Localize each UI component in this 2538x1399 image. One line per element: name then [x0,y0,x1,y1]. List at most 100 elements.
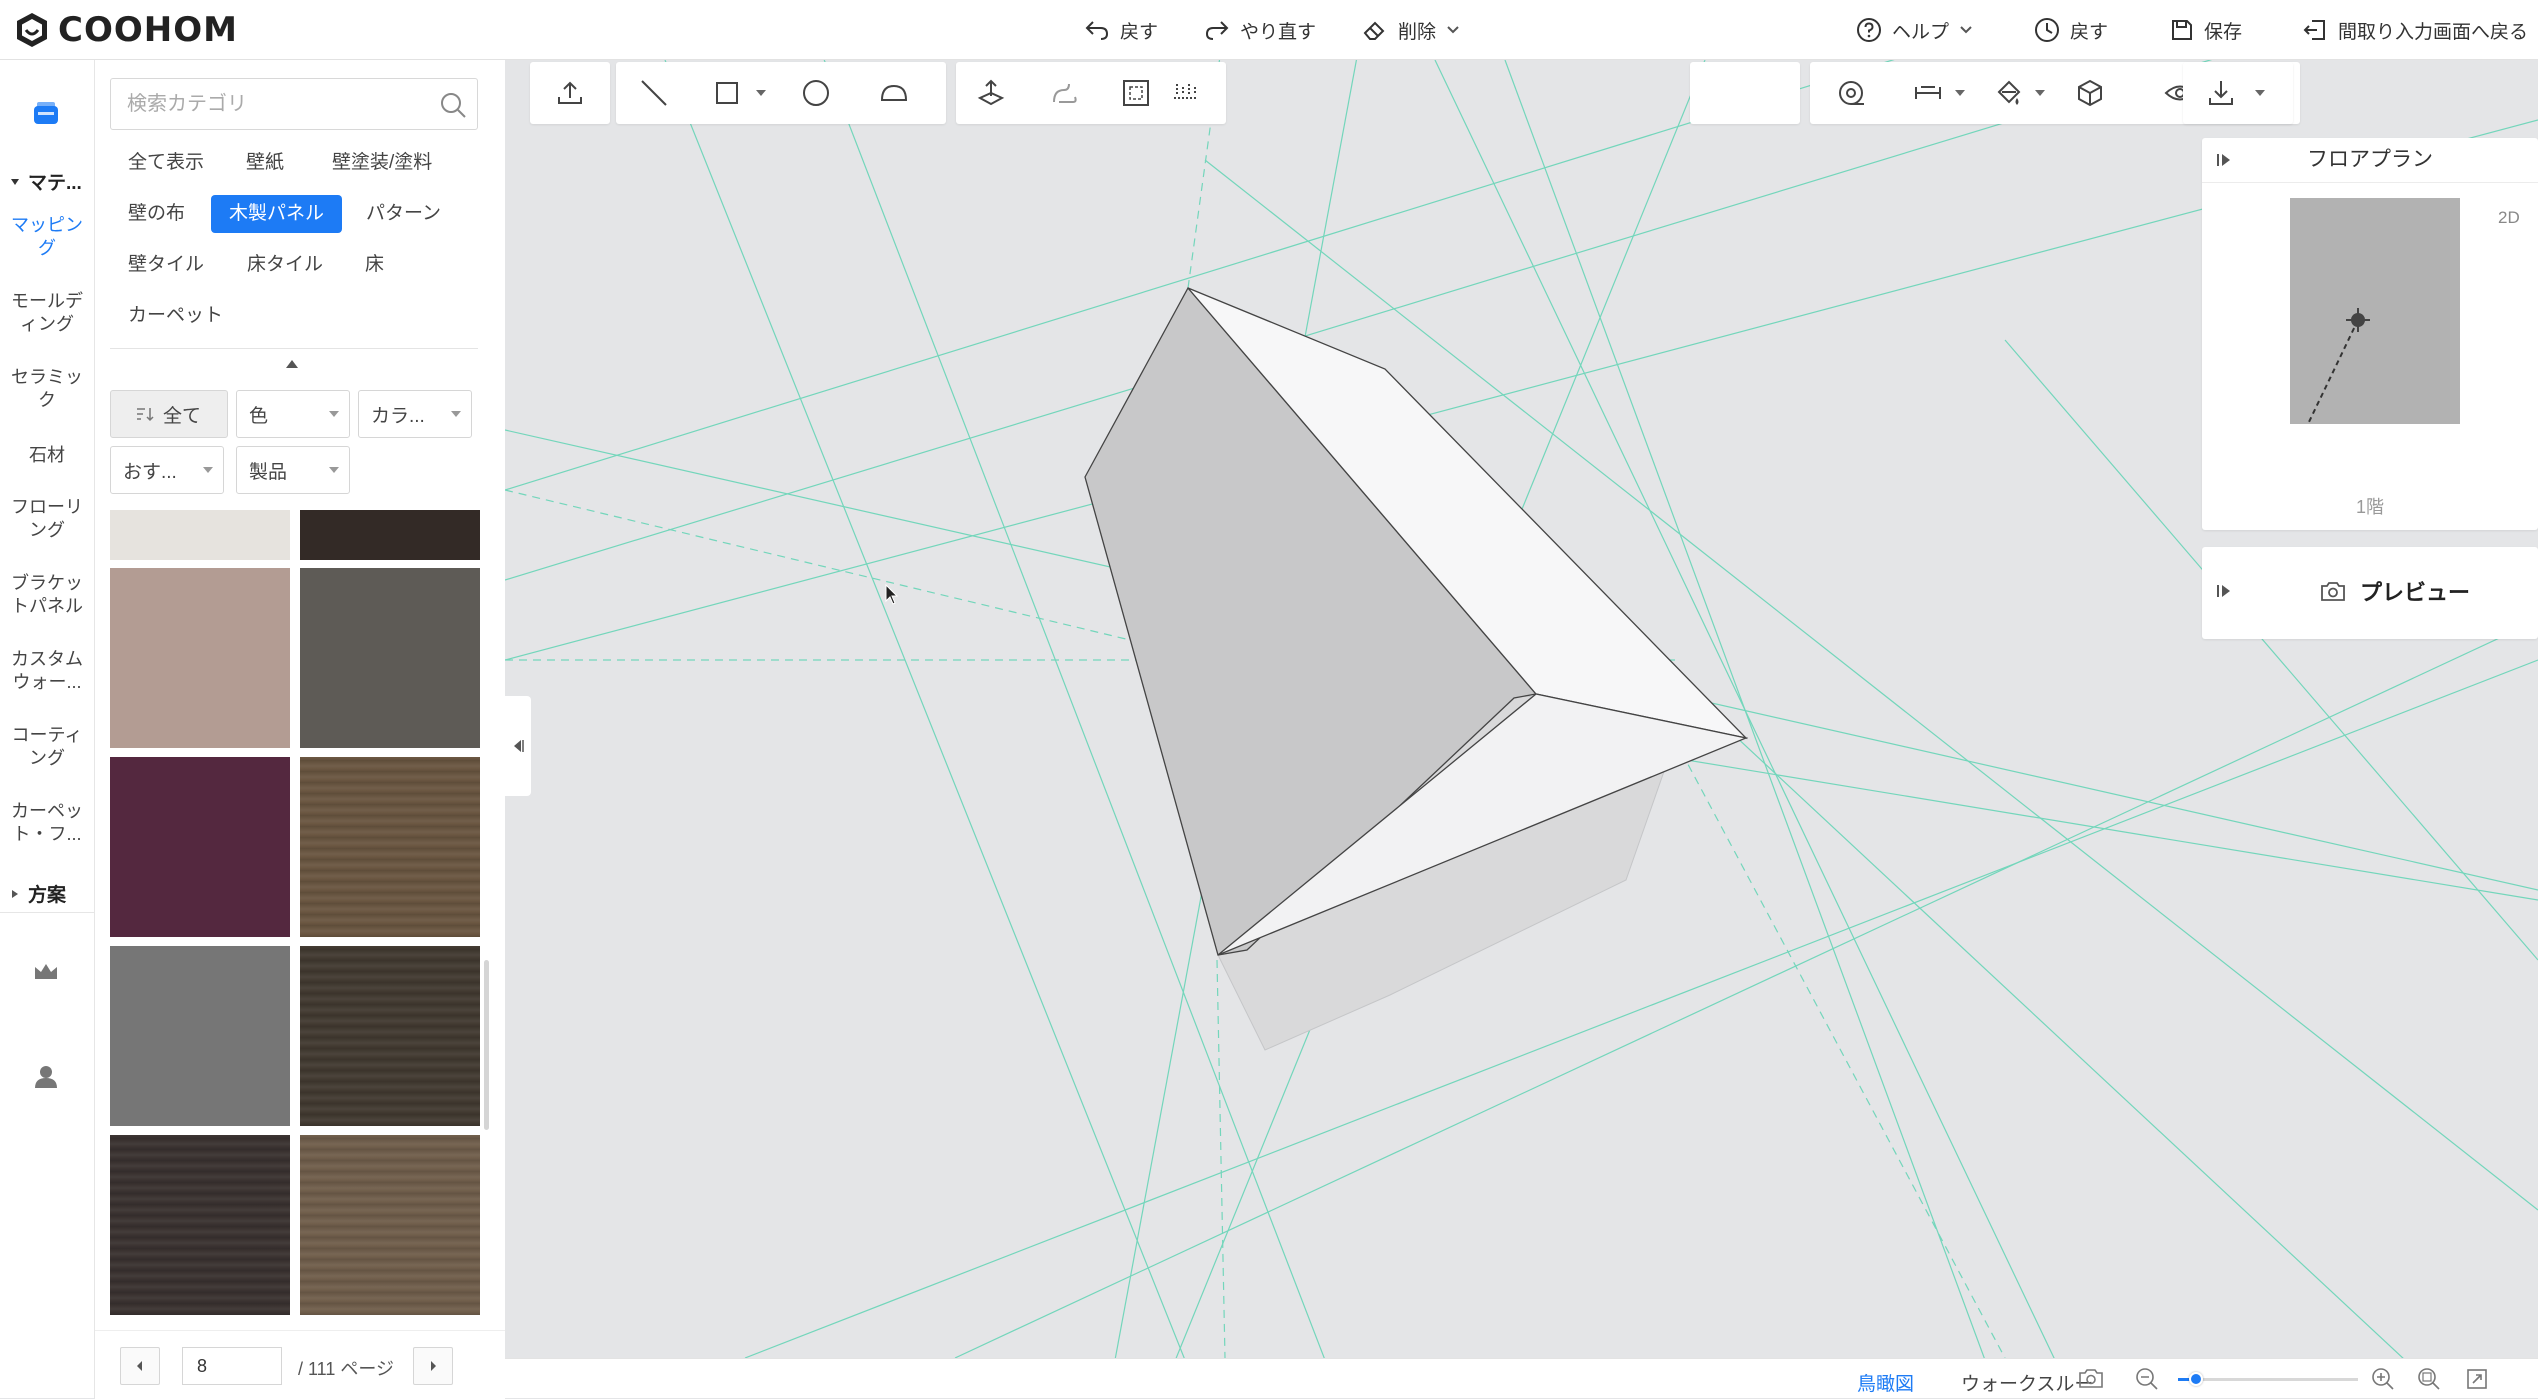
rail-item-bracket-panel[interactable]: ブラケットパネル [4,572,90,618]
tape-measure-tool[interactable] [1833,75,1869,111]
chevron-down-icon[interactable] [756,90,766,96]
floorplan-map[interactable] [2290,198,2460,425]
category-wall-fabric[interactable]: 壁の布 [110,195,203,233]
category-wall-paint[interactable]: 壁塗装/塗料 [314,144,450,182]
chevron-down-icon[interactable] [2255,90,2265,96]
user-icon[interactable] [32,1062,60,1095]
offset-tool[interactable] [1118,75,1154,111]
material-swatch[interactable] [300,946,480,1126]
filter-all[interactable]: 全て [110,390,228,438]
line-icon [641,80,667,106]
material-tab[interactable] [26,94,66,134]
filter-color-series[interactable]: カラ... [358,390,472,438]
line-tool[interactable] [636,75,672,111]
zoom-in-icon[interactable] [2371,1367,2395,1396]
rail-item-custom-wall[interactable]: カスタムウォー... [4,648,90,694]
redo-button[interactable]: やり直す [1204,12,1316,48]
category-wall-tile[interactable]: 壁タイル [110,246,222,284]
zoom-fit-icon[interactable] [2417,1367,2441,1396]
section-plans[interactable]: 方案 [10,880,66,907]
material-swatch[interactable] [110,568,290,748]
rail-item-molding[interactable]: モールディング [4,290,90,336]
page-number-input[interactable] [182,1347,282,1385]
follow-me-tool[interactable] [1046,75,1082,111]
circle-icon [803,80,829,106]
zoom-slider[interactable] [2178,1372,2358,1386]
rail-item-carpet[interactable]: カーペット・フ... [4,800,90,846]
rail-item-ceramic[interactable]: セラミック [4,366,90,412]
floor-label[interactable]: 1階 [2202,493,2538,519]
collapse-categories-icon[interactable] [286,360,298,368]
category-pattern[interactable]: パターン [348,195,459,233]
rail-item-coating[interactable]: コーティング [4,724,90,770]
prev-page-button[interactable] [120,1347,160,1385]
crown-icon[interactable] [32,960,60,989]
snapshot-icon[interactable] [2078,1367,2104,1394]
material-swatch[interactable] [110,510,290,560]
paint-tool[interactable] [1990,75,2026,111]
component-tool[interactable] [2072,75,2108,111]
next-page-button[interactable] [413,1347,453,1385]
category-wallpaper[interactable]: 壁紙 [228,144,302,182]
filter-color-label: 色 [249,405,269,427]
fullscreen-icon[interactable] [2465,1367,2489,1396]
rectangle-tool[interactable] [709,75,745,111]
download-tool[interactable] [2203,75,2239,111]
material-swatch[interactable] [110,757,290,937]
rail-item-mapping[interactable]: マッピング [4,214,90,260]
material-swatch[interactable] [300,757,480,937]
search-input[interactable] [111,79,429,129]
section-materials[interactable]: マテ... [10,168,82,195]
circle-tool[interactable] [798,75,834,111]
category-all[interactable]: 全て表示 [110,144,222,182]
chevron-down-icon[interactable] [2035,90,2045,96]
category-floor-tile[interactable]: 床タイル [229,246,341,284]
arc-tool[interactable] [876,75,912,111]
push-pull-icon [977,79,1005,106]
zoom-out-icon[interactable] [2135,1367,2159,1396]
undo-button[interactable]: 戻す [1084,12,1158,48]
material-swatch[interactable] [110,1135,290,1315]
filter-recommended[interactable]: おす... [110,446,224,494]
rail-item-flooring[interactable]: フローリング [4,496,90,542]
category-floor[interactable]: 床 [347,246,402,284]
rail-item-stone[interactable]: 石材 [4,444,90,467]
view-bird-tab[interactable]: 鳥瞰図 [1857,1369,1914,1396]
search-icon[interactable] [439,91,467,119]
material-swatch[interactable] [300,568,480,748]
pagination: / 111 ページ [95,1330,505,1399]
category-carpet[interactable]: カーペット [110,297,241,335]
material-swatch[interactable] [300,510,480,560]
align-tool[interactable] [1168,75,1204,111]
app-logo[interactable]: COOHOM [12,10,238,50]
back-to-floorplan-button[interactable]: 間取り入力画面へ戻る [2302,12,2528,48]
category-wood-panel[interactable]: 木製パネル [211,195,343,233]
upload-tool[interactable] [552,75,588,111]
camera-icon [2321,582,2345,601]
section-plans-label: 方案 [28,885,67,906]
swatch-grid [95,510,505,1330]
help-button[interactable]: ヘルプ [1856,12,1973,48]
push-pull-tool[interactable] [973,75,1009,111]
history-button[interactable]: 戻す [2034,12,2108,48]
filter-color[interactable]: 色 [236,390,350,438]
dimension-tool[interactable] [1910,75,1946,111]
material-swatch[interactable] [300,1135,480,1315]
floorplan-2d-toggle[interactable]: 2D [2498,208,2520,228]
collapse-panel-button[interactable] [505,696,531,796]
floorplan-toggle-button[interactable] [2216,151,2234,174]
chevron-left-icon [137,1361,142,1371]
chevron-down-icon[interactable] [1955,90,1965,96]
delete-button[interactable]: 削除 [1362,12,1460,48]
save-button[interactable]: 保存 [2170,12,2242,48]
filter-product[interactable]: 製品 [236,446,350,494]
preview-button[interactable]: プレビュー [2320,575,2470,607]
preview-label: プレビュー [2360,580,2471,605]
view-walkthrough-tab[interactable]: ウォークスルー [1961,1369,2093,1396]
zoom-knob[interactable] [2189,1372,2203,1386]
material-swatch[interactable] [110,946,290,1126]
preview-toggle-button[interactable] [2216,582,2234,605]
help-icon [1857,18,1881,42]
cube-icon [2078,79,2102,107]
scrollbar-thumb[interactable] [484,960,489,1130]
